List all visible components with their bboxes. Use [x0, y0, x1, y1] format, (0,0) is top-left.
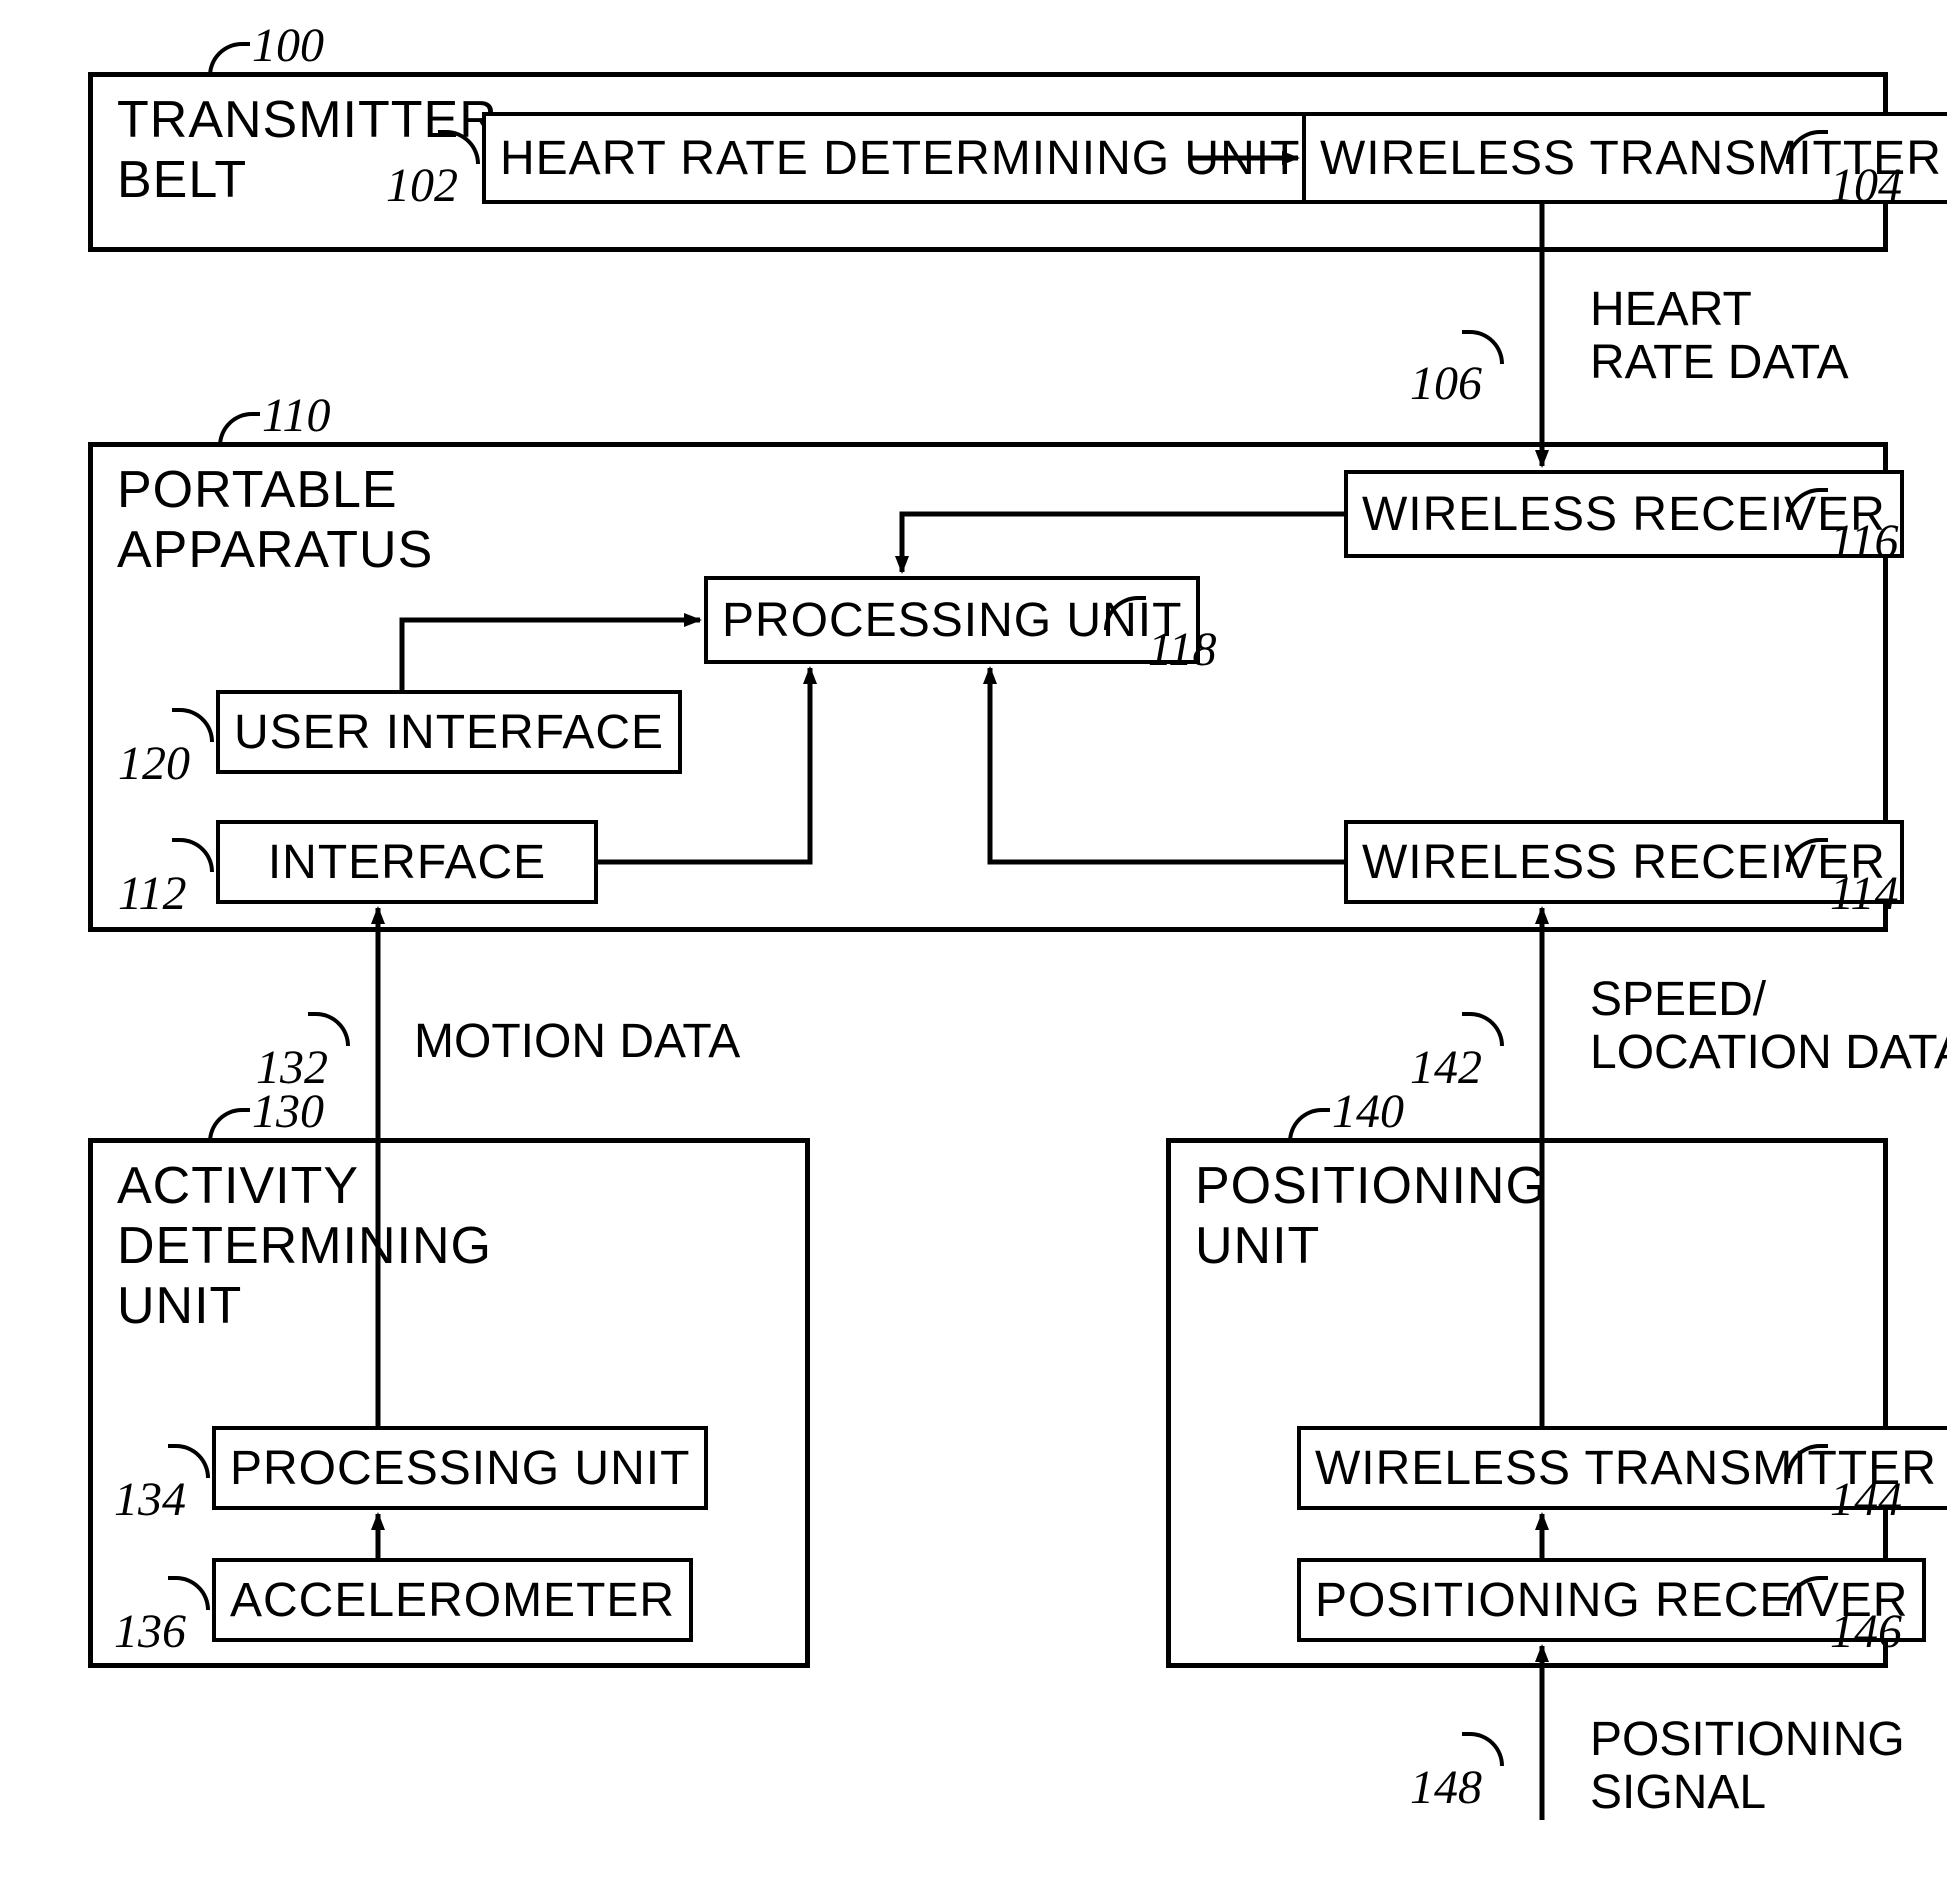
- ref-102: 102: [386, 158, 458, 213]
- ref-100: 100: [252, 18, 324, 73]
- ref-hook: [208, 1108, 250, 1142]
- box-user-interface: USER INTERFACE: [216, 690, 682, 774]
- ref-112: 112: [118, 866, 186, 921]
- ref-120: 120: [118, 736, 190, 791]
- signal-speed-location: SPEED/ LOCATION DATA: [1590, 974, 1947, 1080]
- positioning-unit-title: POSITIONING UNIT: [1195, 1157, 1547, 1277]
- portable-apparatus-title: PORTABLE APPARATUS: [117, 461, 433, 581]
- ref-114: 114: [1830, 866, 1898, 921]
- ref-146: 146: [1830, 1604, 1902, 1659]
- activity-unit-title: ACTIVITY DETERMINING UNIT: [117, 1157, 492, 1336]
- signal-positioning: POSITIONING SIGNAL: [1590, 1714, 1905, 1820]
- ref-130: 130: [252, 1084, 324, 1139]
- ref-106: 106: [1410, 356, 1482, 411]
- box-hr-determining-unit: HEART RATE DETERMINING UNIT: [482, 112, 1318, 204]
- ref-140: 140: [1332, 1084, 1404, 1139]
- ref-144: 144: [1830, 1472, 1902, 1527]
- box-processing-unit-activity: PROCESSING UNIT: [212, 1426, 708, 1510]
- ref-116: 116: [1830, 514, 1898, 569]
- ref-104: 104: [1830, 158, 1902, 213]
- ref-148: 148: [1410, 1760, 1482, 1815]
- ref-118: 118: [1148, 622, 1216, 677]
- signal-motion-data: MOTION DATA: [414, 1016, 740, 1069]
- ref-hook: [218, 412, 260, 446]
- box-accelerometer: ACCELEROMETER: [212, 1558, 693, 1642]
- box-interface: INTERFACE: [216, 820, 598, 904]
- ref-134: 134: [114, 1472, 186, 1527]
- ref-hook: [1288, 1108, 1330, 1142]
- ref-hook: [208, 42, 250, 76]
- ref-136: 136: [114, 1604, 186, 1659]
- signal-heart-rate: HEART RATE DATA: [1590, 284, 1849, 390]
- diagram-root: TRANSMITTER BELT 100 HEART RATE DETERMIN…: [30, 30, 1900, 1830]
- ref-110: 110: [262, 388, 330, 443]
- ref-142: 142: [1410, 1040, 1482, 1095]
